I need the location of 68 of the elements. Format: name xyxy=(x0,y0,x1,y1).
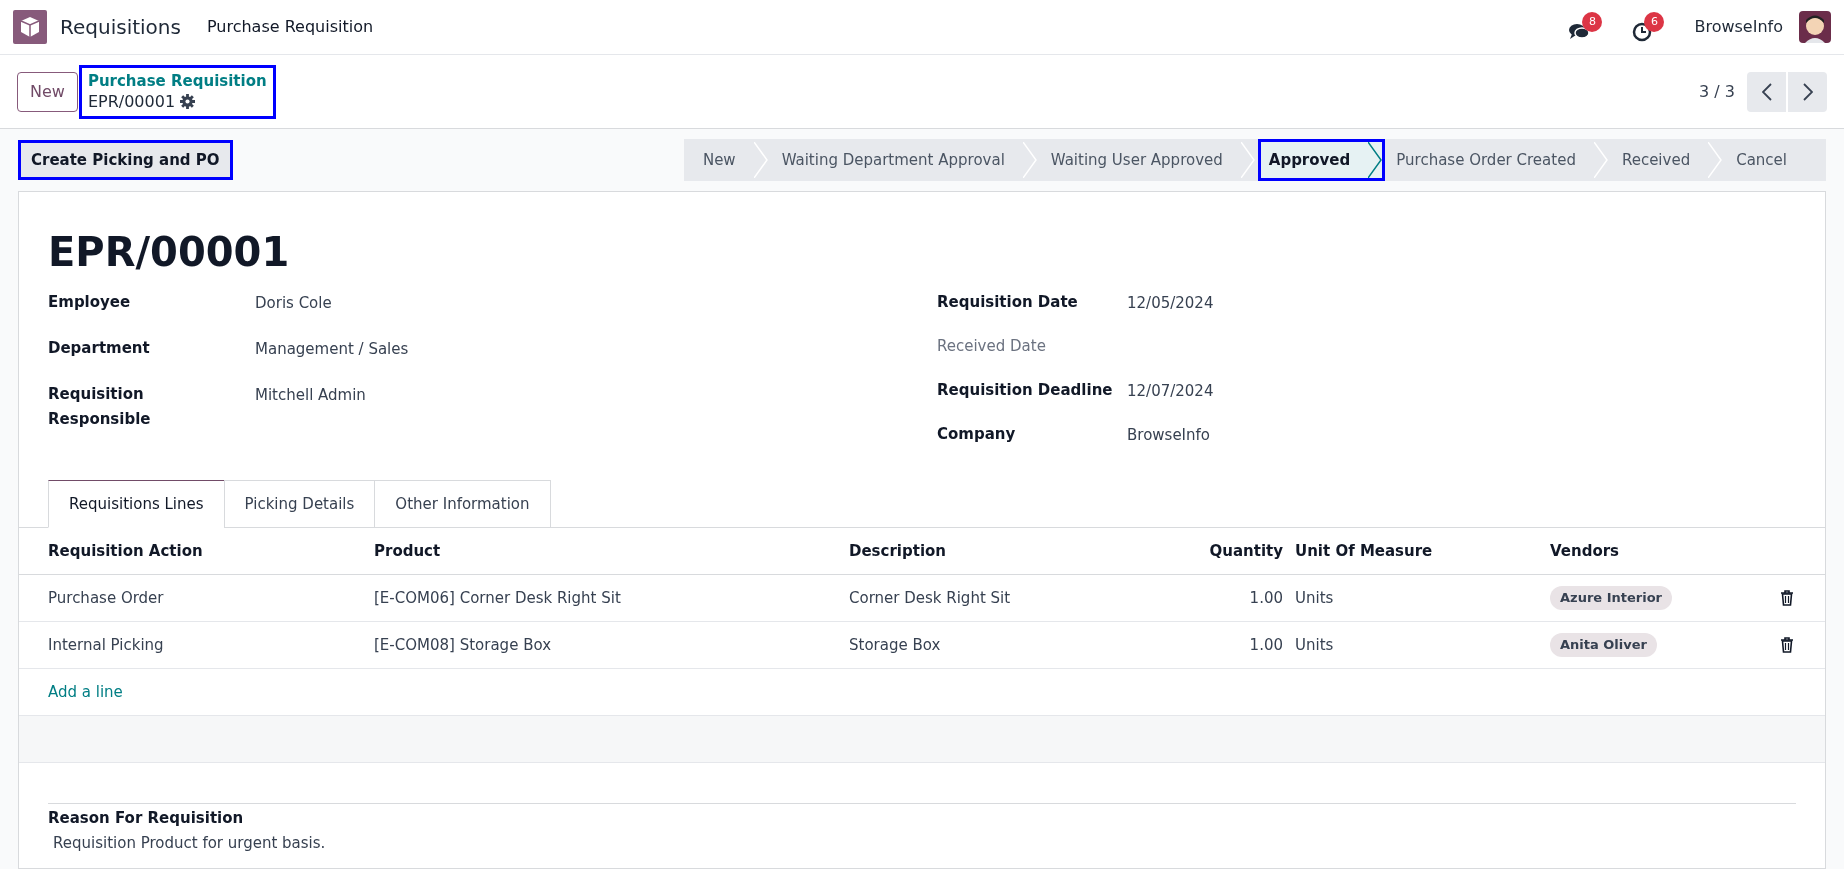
column-header[interactable]: Requisition Action xyxy=(19,539,374,563)
box-logo-icon[interactable] xyxy=(13,10,47,44)
table-cell-text: Purchase Order xyxy=(47,587,165,609)
field-label: Company xyxy=(937,424,1017,445)
chevron-separator-icon xyxy=(1708,142,1723,178)
column-header[interactable]: Unit Of Measure xyxy=(1295,539,1550,563)
chevron-separator-icon xyxy=(1240,142,1255,178)
table-cell-text: [E-COM08] Storage Box xyxy=(374,634,552,656)
table-cell-text: Corner Desk Right Sit xyxy=(849,587,1012,609)
new-button[interactable]: New xyxy=(17,71,78,112)
field-label: Requisition Date xyxy=(937,292,1079,313)
trash-icon[interactable] xyxy=(1780,637,1794,653)
notebook-tab[interactable]: Requisitions Lines xyxy=(48,480,225,528)
field-label: Employee xyxy=(48,292,132,313)
chevron-separator-icon xyxy=(1368,142,1383,178)
messages-button[interactable]: 8 xyxy=(1568,12,1603,42)
app-name[interactable]: Requisitions xyxy=(60,12,181,42)
field-label: Requisition Deadline xyxy=(937,380,1114,401)
column-header[interactable]: Quantity xyxy=(1109,539,1295,563)
record-title: EPR/00001 xyxy=(47,228,291,277)
table-cell-text: 1.00 xyxy=(1248,587,1284,609)
notification-badge: 8 xyxy=(1582,12,1603,32)
vendor-tag: Azure Interior xyxy=(1550,586,1672,610)
activities-button[interactable]: 6 xyxy=(1632,12,1665,42)
add-line-link[interactable]: Add a line xyxy=(48,680,123,704)
menu-item[interactable]: Purchase Requisition xyxy=(206,15,374,39)
gear-icon[interactable] xyxy=(180,94,196,109)
breadcrumb-link[interactable]: Purchase Requisition xyxy=(87,70,267,91)
vendor-tag: Anita Oliver xyxy=(1550,633,1657,657)
column-header[interactable]: Vendors xyxy=(1550,539,1780,563)
column-header[interactable]: Description xyxy=(849,539,1109,563)
clock-icon xyxy=(1632,22,1653,42)
company-name[interactable]: BrowseInfo xyxy=(1694,15,1783,39)
table-cell-text: Units xyxy=(1295,634,1335,656)
column-header[interactable]: Product xyxy=(374,539,849,563)
field-value: 12/07/2024 xyxy=(1127,381,1214,402)
create-picking-po-button[interactable]: Create Picking and PO xyxy=(18,140,233,180)
field-value: Mitchell Admin xyxy=(255,385,366,406)
field-label: Requisition Responsible xyxy=(48,384,152,430)
field-value: Doris Cole xyxy=(255,293,332,314)
status-stage[interactable]: Approved xyxy=(1257,139,1386,181)
table-cell-text: 1.00 xyxy=(1248,634,1284,656)
reason-text: Requisition Product for urgent basis. xyxy=(52,833,327,854)
previous-button[interactable] xyxy=(1747,71,1786,112)
table-cell-text: Units xyxy=(1295,587,1335,609)
chevron-separator-icon xyxy=(1022,142,1037,178)
record-name: EPR/00001 xyxy=(87,90,176,113)
field-value: Management / Sales xyxy=(255,339,409,360)
field-label: Department xyxy=(48,338,151,359)
next-button[interactable] xyxy=(1788,71,1827,112)
chevron-separator-icon xyxy=(753,142,768,178)
reason-label: Reason For Requisition xyxy=(48,808,245,829)
avatar-icon[interactable] xyxy=(1799,11,1831,43)
notebook-tab[interactable]: Picking Details xyxy=(223,480,376,528)
field-value: 12/05/2024 xyxy=(1127,293,1214,314)
chevron-left-icon xyxy=(1761,82,1772,101)
table-cell-text: [E-COM06] Corner Desk Right Sit xyxy=(374,587,622,609)
chevron-separator-icon xyxy=(1593,142,1608,178)
status-stage[interactable]: New xyxy=(683,139,771,181)
trash-icon[interactable] xyxy=(1780,590,1794,606)
table-cell-text: Internal Picking xyxy=(47,634,165,656)
field-value: BrowseInfo xyxy=(1127,425,1210,446)
notification-badge: 6 xyxy=(1644,12,1665,32)
notebook-tab[interactable]: Other Information xyxy=(374,480,551,528)
pager-value: 3 / 3 xyxy=(1699,80,1735,103)
chevron-right-icon xyxy=(1802,82,1813,101)
field-label: Received Date xyxy=(937,336,1047,357)
table-cell-text: Storage Box xyxy=(849,634,942,656)
